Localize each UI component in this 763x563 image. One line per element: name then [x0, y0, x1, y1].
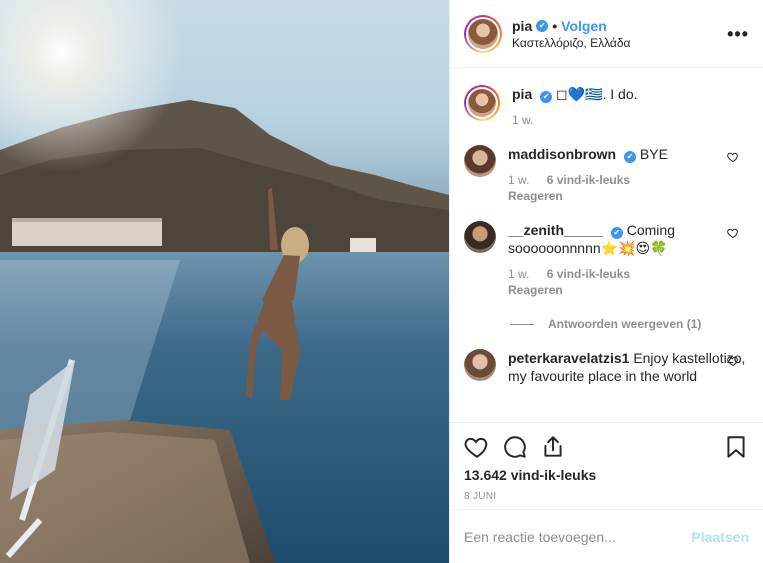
likes-count[interactable]: 13.642 vind-ik-leuks — [464, 467, 749, 483]
instagram-post: pia ✔ • Volgen Καστελλόριζο, Ελλάδα ••• … — [0, 0, 763, 563]
verified-badge-icon: ✔ — [536, 19, 549, 32]
ellipsis-icon[interactable]: ••• — [727, 24, 749, 45]
caption-username[interactable]: pia — [512, 86, 532, 102]
reply-button[interactable]: Reageren — [508, 283, 749, 297]
heart-icon[interactable] — [727, 227, 739, 239]
view-replies-label: Antwoorden weergeven (1) — [548, 317, 702, 331]
comment-likes[interactable]: 6 vind-ik-leuks — [547, 173, 630, 187]
verified-badge-icon: ✔ — [610, 227, 623, 239]
post-date[interactable]: 8 JUNI — [464, 491, 749, 502]
comment-username[interactable]: peterkaravelatzis1 — [508, 350, 629, 366]
replies-line — [510, 323, 534, 325]
comment-icon[interactable] — [502, 434, 528, 460]
caption-text: ◻💙🇬🇷. I do. — [556, 86, 638, 102]
heart-icon[interactable] — [727, 151, 739, 163]
comment-text: BYE — [639, 146, 668, 162]
share-icon[interactable] — [540, 434, 566, 460]
reply-button[interactable]: Reageren — [508, 189, 749, 203]
comment-item: maddisonbrown ✔ BYE 1 w. 6 vind-ik-leuks… — [464, 145, 749, 203]
comment-input[interactable] — [464, 528, 692, 545]
post-comment-button[interactable]: Plaatsen — [691, 529, 749, 545]
follow-button[interactable]: Volgen — [561, 18, 607, 34]
side-panel: pia ✔ • Volgen Καστελλόριζο, Ελλάδα ••• … — [449, 0, 763, 563]
post-header: pia ✔ • Volgen Καστελλόριζο, Ελλάδα ••• — [450, 0, 763, 68]
comment-item: __zenith_____ ✔ Coming soooooonnnnn⭐💥😍🍀 … — [464, 221, 749, 297]
caption-avatar[interactable] — [464, 85, 500, 121]
comment-likes[interactable]: 6 vind-ik-leuks — [547, 267, 630, 281]
header-username[interactable]: pia — [512, 18, 532, 34]
comment-username[interactable]: maddisonbrown — [508, 146, 616, 162]
caption-time[interactable]: 1 w. — [512, 113, 533, 127]
post-actions: 13.642 vind-ik-leuks 8 JUNI — [450, 422, 763, 517]
comment-item: peterkaravelatzis1 Enjoy kastellotizo, m… — [464, 349, 749, 385]
bookmark-icon[interactable] — [723, 434, 749, 460]
header-separator: • — [552, 17, 558, 34]
location-link[interactable]: Καστελλόριζο, Ελλάδα — [512, 36, 630, 50]
avatar-image — [468, 18, 498, 49]
commenter-avatar[interactable] — [464, 145, 496, 177]
profile-avatar[interactable] — [464, 14, 502, 53]
add-comment-bar: Plaatsen — [450, 509, 763, 563]
verified-badge-icon: ✔ — [624, 151, 637, 163]
caption: pia ✔ ◻💙🇬🇷. I do. 1 w. — [464, 85, 749, 127]
post-photo[interactable] — [0, 0, 449, 563]
heart-icon[interactable] — [727, 355, 739, 367]
view-replies-button[interactable]: Antwoorden weergeven (1) — [510, 317, 749, 331]
photo-scene — [0, 0, 449, 563]
verified-badge-icon: ✔ — [540, 91, 553, 103]
heart-icon[interactable] — [464, 434, 490, 460]
comment-time[interactable]: 1 w. — [508, 267, 529, 281]
header-text: pia ✔ • Volgen Καστελλόριζο, Ελλάδα — [512, 18, 630, 50]
commenter-avatar[interactable] — [464, 221, 496, 253]
comment-username[interactable]: __zenith_____ — [508, 222, 603, 238]
comment-time[interactable]: 1 w. — [508, 173, 529, 187]
comments-section[interactable]: pia ✔ ◻💙🇬🇷. I do. 1 w. maddisonbrown ✔ B… — [450, 69, 763, 422]
commenter-avatar[interactable] — [464, 349, 496, 381]
